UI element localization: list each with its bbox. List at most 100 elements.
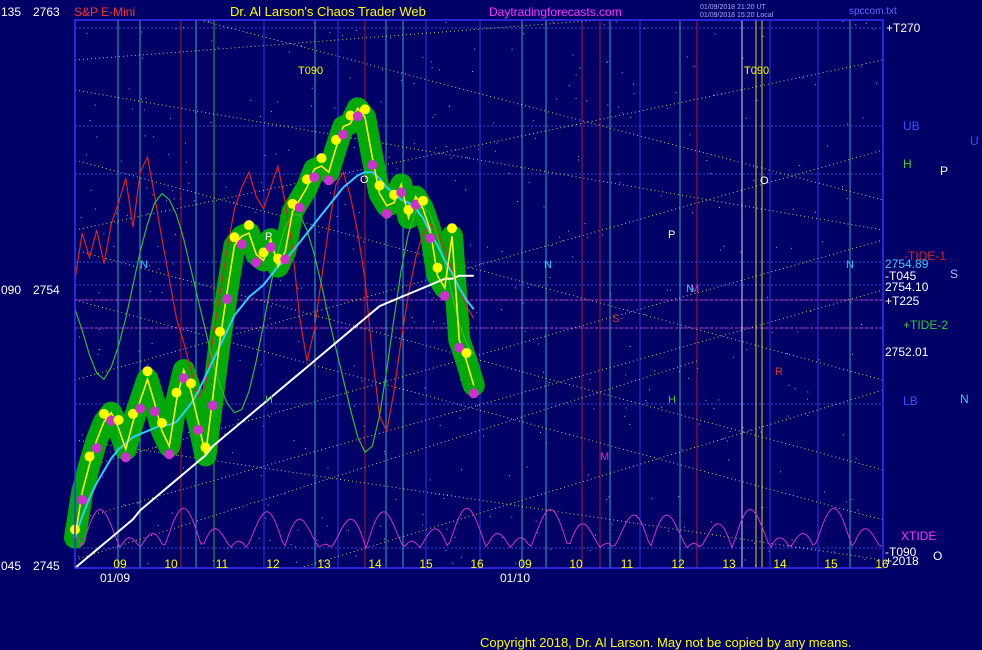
- low-dot: [149, 406, 160, 417]
- high-dot: [461, 348, 472, 358]
- star: [629, 424, 631, 426]
- star: [265, 517, 267, 519]
- low-dot: [323, 175, 334, 186]
- star: [141, 98, 143, 100]
- star: [493, 122, 495, 124]
- star: [762, 35, 764, 37]
- low-dot: [367, 160, 378, 170]
- star: [188, 182, 190, 184]
- star: [347, 529, 349, 531]
- star: [224, 433, 226, 435]
- plot-letter: M: [600, 451, 609, 463]
- star: [524, 330, 526, 332]
- star: [176, 454, 178, 456]
- star: [675, 92, 677, 94]
- star: [311, 87, 313, 89]
- low-dot: [294, 202, 305, 213]
- star: [862, 117, 864, 119]
- star: [728, 459, 730, 461]
- star: [211, 40, 213, 42]
- star: [517, 201, 519, 203]
- star: [430, 61, 432, 63]
- star: [396, 168, 398, 170]
- star: [390, 37, 392, 39]
- star: [250, 99, 252, 101]
- star: [98, 349, 100, 351]
- star: [855, 457, 857, 459]
- star: [720, 249, 722, 251]
- star: [660, 195, 662, 197]
- star: [261, 182, 263, 184]
- star: [432, 116, 434, 118]
- x-date-1: 01/09: [100, 571, 130, 585]
- plot-letter: N: [846, 259, 854, 271]
- star: [310, 105, 312, 107]
- star: [184, 142, 186, 144]
- right-label: O: [933, 549, 942, 563]
- star: [684, 526, 686, 528]
- last-price-mid: 2754.10: [885, 280, 929, 294]
- star: [157, 246, 159, 248]
- star: [290, 544, 292, 546]
- star: [873, 28, 875, 30]
- star: [353, 248, 355, 250]
- star: [267, 504, 269, 506]
- star: [527, 287, 529, 289]
- star: [532, 120, 534, 122]
- star: [454, 536, 456, 538]
- star: [113, 245, 115, 247]
- star: [450, 157, 452, 159]
- star: [353, 365, 355, 367]
- star: [421, 404, 423, 406]
- high-dot: [432, 262, 443, 273]
- star: [645, 400, 647, 402]
- star: [422, 524, 424, 526]
- star: [438, 69, 440, 71]
- star: [568, 85, 570, 87]
- author-title: Dr. Al Larson's Chaos Trader Web: [230, 4, 426, 19]
- low-dot: [381, 208, 392, 219]
- star: [355, 555, 357, 557]
- star: [578, 155, 580, 157]
- star: [542, 371, 544, 373]
- star: [593, 408, 595, 410]
- star: [413, 83, 415, 85]
- star: [842, 434, 844, 436]
- star: [760, 431, 762, 433]
- star: [678, 496, 680, 498]
- star: [572, 256, 574, 258]
- y-left-mid: 090: [1, 283, 21, 297]
- star: [443, 323, 445, 325]
- high-dot: [374, 180, 385, 191]
- right-label: LB: [903, 394, 918, 408]
- star: [625, 407, 627, 409]
- star: [549, 277, 551, 279]
- star: [807, 415, 809, 417]
- star: [786, 353, 788, 355]
- star: [855, 24, 857, 26]
- star: [559, 236, 561, 238]
- site-link[interactable]: Daytradingforecasts.com: [489, 5, 622, 19]
- plot-letter: P: [668, 229, 675, 241]
- star: [294, 546, 296, 548]
- right-label: U: [970, 134, 979, 148]
- star: [210, 122, 212, 124]
- star: [489, 515, 491, 517]
- y-left-bottom: 045: [1, 559, 21, 573]
- star: [300, 287, 302, 289]
- star: [681, 448, 683, 450]
- star: [688, 377, 690, 379]
- star: [435, 147, 437, 149]
- star: [342, 35, 344, 37]
- star: [718, 399, 720, 401]
- high-dot: [447, 223, 457, 234]
- star: [231, 452, 233, 454]
- star: [501, 251, 503, 253]
- star: [168, 153, 170, 155]
- star: [537, 532, 539, 534]
- star: [471, 71, 473, 73]
- star: [535, 520, 537, 522]
- star: [606, 61, 608, 63]
- star: [336, 215, 338, 217]
- x-tick-label: 15: [419, 557, 433, 571]
